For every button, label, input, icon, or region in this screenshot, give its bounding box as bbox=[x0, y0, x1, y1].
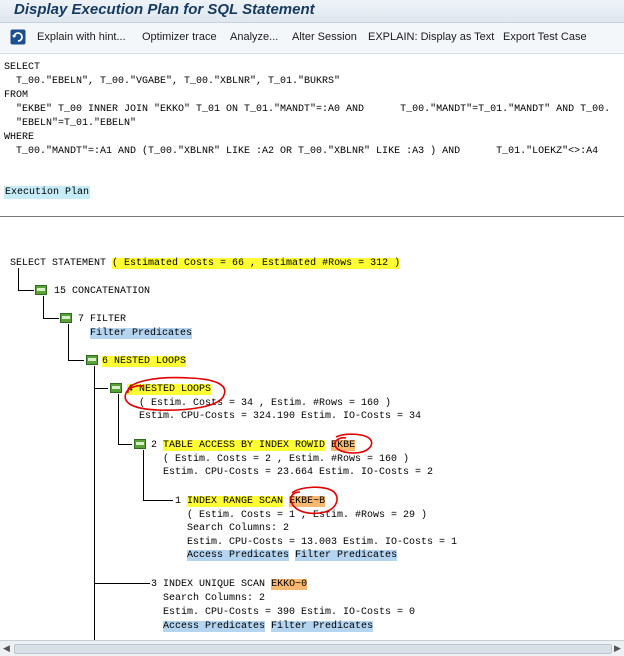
title-bar: Display Execution Plan for SQL Statement bbox=[0, 0, 624, 23]
alter-session-button[interactable]: Alter Session bbox=[292, 31, 357, 43]
plan-root-node[interactable]: SELECT STATEMENT ( Estimated Costs = 66 … bbox=[10, 257, 401, 270]
tree-connector bbox=[143, 450, 144, 500]
access-predicates-link[interactable]: Access Predicates bbox=[187, 550, 290, 561]
node-name: CONCATENATION bbox=[72, 286, 151, 297]
plan-node-nested-loops-6[interactable]: 6 NESTED LOOPS bbox=[102, 355, 187, 368]
tree-connector bbox=[43, 318, 59, 319]
sql-select-keyword: SELECT bbox=[4, 62, 41, 73]
tree-connector bbox=[94, 583, 150, 584]
plan-node-concatenation[interactable]: 15 CONCATENATION bbox=[54, 285, 150, 298]
red-circle-annotation bbox=[124, 376, 226, 411]
node-name: TABLE ACCESS BY INDEX ROWID bbox=[163, 440, 326, 451]
node-search-columns: Search Columns: 2 bbox=[163, 593, 266, 604]
horizontal-scrollbar[interactable]: ◀ ▶ bbox=[0, 640, 624, 656]
tree-connector bbox=[68, 324, 69, 360]
export-test-case-button[interactable]: Export Test Case bbox=[503, 31, 587, 43]
tree-connector bbox=[94, 388, 108, 389]
node-cpu-costs: Estim. CPU-Costs = 23.664 Estim. IO-Cost… bbox=[163, 467, 434, 478]
node-id: 15 bbox=[54, 286, 67, 297]
node-cpu-costs: Estim. CPU-Costs = 390 Estim. IO-Costs =… bbox=[163, 607, 416, 618]
tree-connector bbox=[118, 444, 132, 445]
sql-statement: SELECT T_00."EBELN", T_00."VGABE", T_00.… bbox=[0, 54, 624, 157]
node-id: 7 bbox=[78, 314, 85, 325]
plan-node-table-access[interactable]: 2 TABLE ACCESS BY INDEX ROWID EKBE bbox=[151, 439, 356, 452]
sql-from-line: "EKBE" T_00 INNER JOIN "EKKO" T_01 ON T_… bbox=[4, 104, 611, 115]
node-id: 6 bbox=[102, 356, 109, 367]
filter-predicates-link[interactable]: Filter Predicates bbox=[271, 621, 374, 632]
tree-connector bbox=[18, 268, 19, 290]
analyze-button[interactable]: Analyze... bbox=[230, 31, 278, 43]
scroll-left-icon[interactable]: ◀ bbox=[1, 643, 12, 654]
node-name: INDEX RANGE SCAN bbox=[187, 496, 284, 507]
tree-connector bbox=[94, 366, 95, 640]
plan-node-filter[interactable]: 7 FILTER bbox=[78, 313, 126, 326]
explain-with-hint-button[interactable]: Explain with hint... bbox=[37, 31, 126, 43]
filter-predicates-link[interactable]: Filter Predicates bbox=[90, 328, 193, 339]
divider bbox=[0, 216, 624, 217]
filter-predicates-link[interactable]: Filter Predicates bbox=[295, 550, 398, 561]
red-circle-annotation bbox=[290, 486, 338, 515]
sql-from-keyword: FROM bbox=[4, 90, 29, 101]
explain-display-as-text-button[interactable]: EXPLAIN: Display as Text bbox=[368, 31, 494, 43]
node-cpu-costs: Estim. CPU-Costs = 13.003 Estim. IO-Cost… bbox=[187, 537, 458, 548]
window-title: Display Execution Plan for SQL Statement bbox=[14, 1, 315, 18]
sql-where-keyword: WHERE bbox=[4, 132, 35, 143]
tree-connector bbox=[68, 360, 84, 361]
node-name: NESTED LOOPS bbox=[114, 356, 187, 367]
tree-connector bbox=[18, 290, 34, 291]
node-id: 3 bbox=[151, 579, 158, 590]
execution-plan-tree: SELECT STATEMENT ( Estimated Costs = 66 … bbox=[0, 218, 624, 640]
plan-node-index-unique-scan[interactable]: 3 INDEX UNIQUE SCAN EKKO~0 bbox=[151, 578, 308, 591]
tree-connector bbox=[143, 500, 173, 501]
tree-connector bbox=[43, 296, 44, 318]
scroll-right-icon[interactable]: ▶ bbox=[612, 643, 623, 654]
access-predicates-link[interactable]: Access Predicates bbox=[163, 621, 266, 632]
toolbar: Explain with hint... Optimizer trace Ana… bbox=[0, 23, 624, 54]
sql-where-line: T_00."MANDT"=:A1 AND (T_00."XBLNR" LIKE … bbox=[4, 146, 599, 157]
execution-plan-heading: Execution Plan bbox=[4, 186, 91, 199]
optimizer-trace-button[interactable]: Optimizer trace bbox=[142, 31, 217, 43]
node-name: INDEX UNIQUE SCAN bbox=[163, 579, 266, 590]
sql-from-line: "EBELN"=T_01."EBELN" bbox=[4, 118, 137, 129]
scrollbar-thumb[interactable] bbox=[14, 644, 612, 654]
node-id: 1 bbox=[175, 496, 182, 507]
red-circle-annotation bbox=[334, 433, 373, 454]
plan-root-costs: ( Estimated Costs = 66 , Estimated #Rows… bbox=[112, 258, 401, 269]
folder-open-icon[interactable] bbox=[86, 355, 98, 365]
folder-open-icon[interactable] bbox=[134, 439, 146, 449]
folder-open-icon[interactable] bbox=[60, 313, 72, 323]
node-name: FILTER bbox=[90, 314, 127, 325]
folder-open-icon[interactable] bbox=[35, 285, 47, 295]
refresh-icon[interactable] bbox=[10, 29, 26, 45]
node-id: 2 bbox=[151, 440, 158, 451]
node-search-columns: Search Columns: 2 bbox=[187, 523, 290, 534]
sql-select-columns: T_00."EBELN", T_00."VGABE", T_00."XBLNR"… bbox=[4, 76, 341, 87]
plan-root-label: SELECT STATEMENT bbox=[10, 258, 107, 269]
object-name[interactable]: EKKO~0 bbox=[271, 579, 308, 590]
